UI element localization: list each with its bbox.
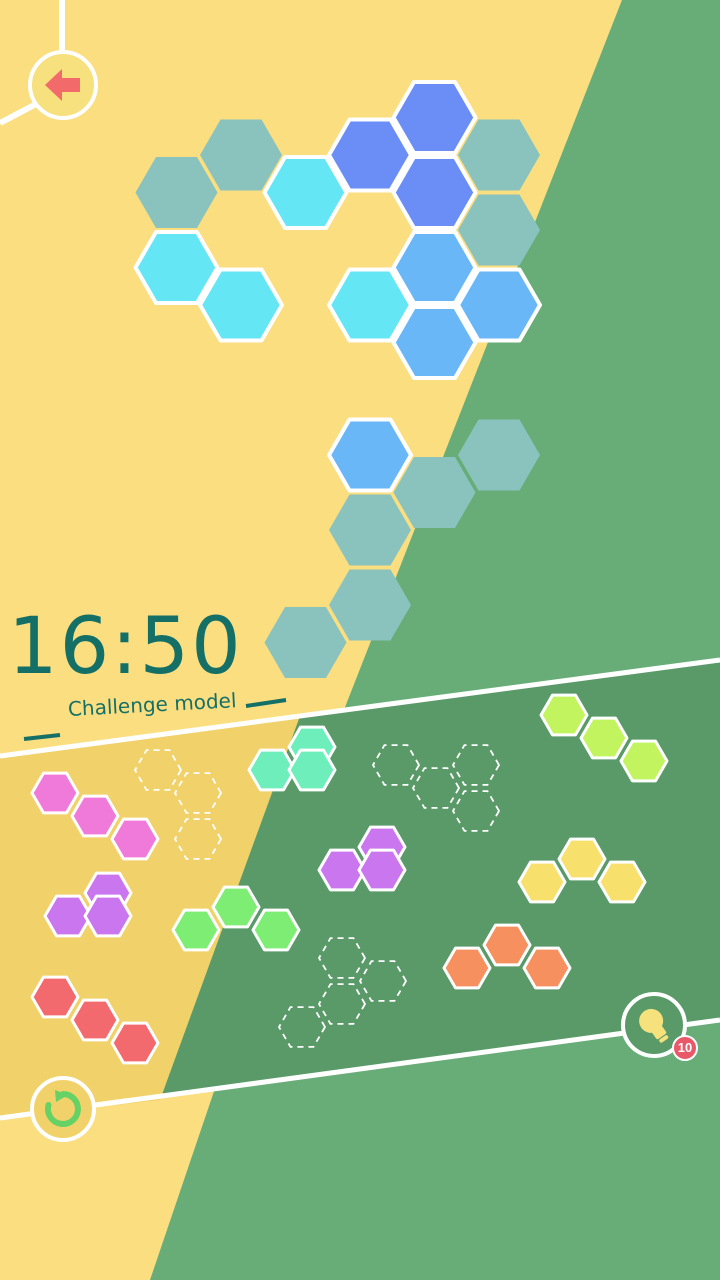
tray-piece-cell[interactable] <box>557 837 607 881</box>
tray-piece-cell[interactable] <box>211 885 261 929</box>
tray-piece-cell[interactable] <box>619 739 669 783</box>
tray-piece-cell[interactable] <box>579 716 629 760</box>
tray-piece-cell[interactable] <box>110 817 160 861</box>
tray-piece-cell[interactable] <box>83 894 133 938</box>
arrow-left-icon <box>45 69 80 101</box>
tray-piece-cell[interactable] <box>251 908 301 952</box>
tray-piece-cell[interactable] <box>110 1021 160 1065</box>
tray-piece-cell[interactable] <box>517 860 567 904</box>
tray-piece-cell[interactable] <box>357 848 407 892</box>
tray-piece-cell[interactable] <box>70 794 120 838</box>
tray-piece-cell[interactable] <box>171 908 221 952</box>
tray-piece-cell[interactable] <box>287 748 337 792</box>
restart-icon <box>44 1090 81 1127</box>
board-placed-cell[interactable] <box>327 417 413 493</box>
board-placed-cell[interactable] <box>391 305 478 380</box>
board-placed-cell[interactable] <box>391 155 478 230</box>
board-placed-cell[interactable] <box>391 80 478 155</box>
tray-piece-cell[interactable] <box>442 946 492 990</box>
board-placed-cell[interactable] <box>262 155 349 230</box>
tray-piece-cell[interactable] <box>30 771 80 815</box>
tray-piece-cell[interactable] <box>482 923 532 967</box>
tray-piece-cell[interactable] <box>522 946 572 990</box>
tray-piece-cell[interactable] <box>539 693 589 737</box>
tray-piece-cell[interactable] <box>70 998 120 1042</box>
restart-button[interactable] <box>30 1076 96 1142</box>
board-placed-cell[interactable] <box>198 267 284 343</box>
timer-display: 16:50 <box>8 602 243 692</box>
tray-piece-cell[interactable] <box>30 975 80 1019</box>
tray-piece-cell[interactable] <box>597 860 647 904</box>
back-button[interactable] <box>28 50 98 120</box>
hint-count-badge: 10 <box>672 1035 698 1061</box>
